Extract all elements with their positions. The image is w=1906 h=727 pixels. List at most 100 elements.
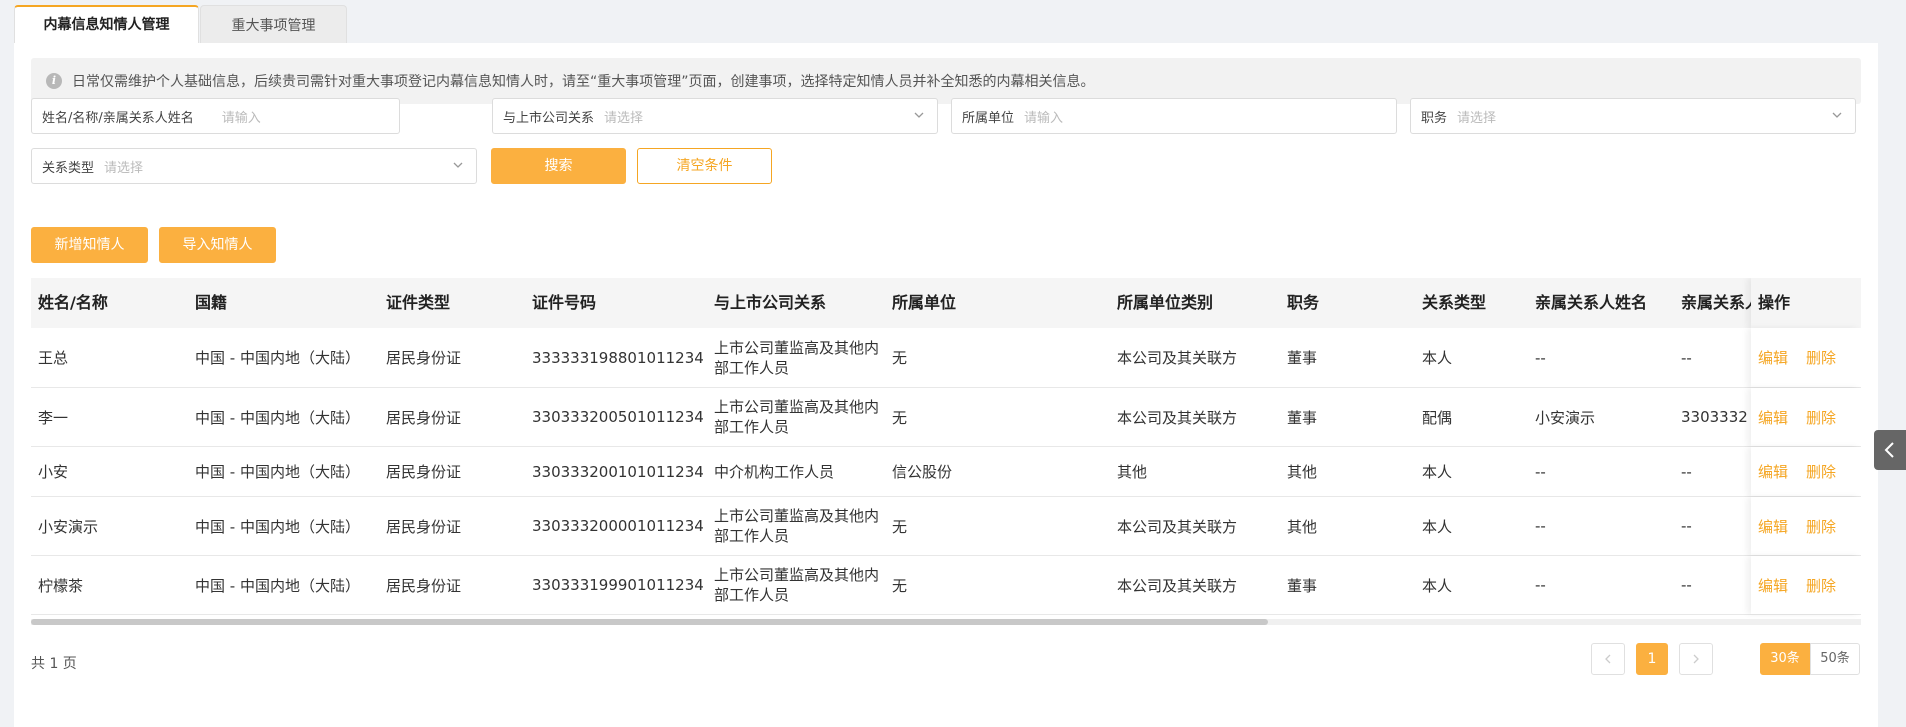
unit-filter-label: 所属单位 (962, 110, 1015, 126)
clear-filters-button[interactable]: 清空条件 (637, 148, 772, 184)
table-header: 姓名/名称 国籍 证件类型 证件号码 与上市公司关系 所属单位 所属单位类别 职… (31, 278, 1861, 328)
side-panel-toggle[interactable] (1874, 430, 1906, 470)
edit-button[interactable]: 编辑 (1758, 575, 1788, 596)
cell-id-type: 居民身份证 (386, 517, 462, 536)
edit-button[interactable]: 编辑 (1758, 407, 1788, 428)
cell-id-type: 居民身份证 (386, 408, 462, 427)
tab-major-events[interactable]: 重大事项管理 (200, 5, 347, 43)
cell-kin-id: 3303332 (1681, 408, 1748, 426)
delete-button[interactable]: 删除 (1806, 407, 1836, 428)
cell-kin-name: -- (1535, 462, 1546, 481)
cell-position: 其他 (1287, 517, 1318, 536)
edit-button[interactable]: 编辑 (1758, 347, 1788, 368)
relation-type-filter-label: 关系类型 (42, 160, 95, 176)
chevron-down-icon (914, 112, 924, 118)
cell-relation-type: 本人 (1422, 463, 1453, 481)
search-button[interactable]: 搜索 (491, 148, 626, 184)
page-size-selector: 30条 50条 (1760, 643, 1860, 675)
chevron-left-icon (1605, 654, 1611, 664)
table-row: 柠檬茶 中国 - 中国内地（大陆） 居民身份证 330333199901011234 上… (31, 556, 1861, 615)
cell-nationality: 中国 - 中国内地（大陆） (195, 463, 360, 481)
delete-button[interactable]: 删除 (1806, 347, 1836, 368)
cell-kin-name: 小安演示 (1535, 408, 1596, 427)
import-insider-button[interactable]: 导入知情人 (159, 227, 276, 263)
next-page-button[interactable] (1679, 643, 1713, 675)
name-filter-label: 姓名/名称/亲属关系人姓名 (42, 110, 194, 126)
cell-relation: 中介机构工作人员 (714, 462, 835, 481)
col-unit-type: 所属单位类别 (1117, 293, 1214, 312)
col-relation-type: 关系类型 (1422, 293, 1487, 312)
cell-unit: 无 (892, 517, 908, 536)
col-kin-name: 亲属关系人姓名 (1535, 293, 1648, 312)
cell-name: 小安 (38, 463, 69, 481)
position-filter-label: 职务 (1421, 110, 1448, 126)
table-row: 李一 中国 - 中国内地（大陆） 居民身份证 330333200501011234 上市… (31, 388, 1861, 447)
col-nationality: 国籍 (195, 293, 228, 312)
chevron-right-icon (1693, 654, 1699, 664)
cell-relation-type: 本人 (1422, 349, 1453, 367)
cell-nationality: 中国 - 中国内地（大陆） (195, 349, 360, 367)
cell-unit-type: 本公司及其关联方 (1117, 349, 1238, 367)
delete-button[interactable]: 删除 (1806, 516, 1836, 537)
cell-relation: 上市公司董监高及其他内部工作人员 (714, 398, 880, 436)
add-insider-button[interactable]: 新增知情人 (31, 227, 148, 263)
cell-id-number: 333333198801011234 (532, 348, 704, 367)
cell-kin-id: -- (1681, 348, 1692, 367)
position-select[interactable]: 职务 请选择 (1410, 98, 1856, 134)
chevron-down-icon (1832, 112, 1842, 118)
cell-name: 李一 (38, 408, 69, 427)
name-search-field[interactable]: 姓名/名称/亲属关系人姓名 请输入 (31, 98, 400, 134)
row-actions: 编辑 删除 (1751, 556, 1861, 614)
row-actions: 编辑 删除 (1751, 497, 1861, 555)
cell-nationality: 中国 - 中国内地（大陆） (195, 576, 360, 595)
page-size-50[interactable]: 50条 (1810, 643, 1860, 675)
row-actions: 编辑 删除 (1751, 447, 1861, 496)
chevron-left-icon (1884, 442, 1894, 458)
cell-nationality: 中国 - 中国内地（大陆） (195, 408, 360, 427)
horizontal-scrollbar[interactable] (31, 619, 1861, 625)
chevron-down-icon (453, 162, 463, 168)
unit-search-field[interactable]: 所属单位 请输入 (951, 98, 1397, 134)
delete-button[interactable]: 删除 (1806, 461, 1836, 482)
relation-type-select[interactable]: 关系类型 请选择 (31, 148, 477, 184)
insider-table: 姓名/名称 国籍 证件类型 证件号码 与上市公司关系 所属单位 所属单位类别 职… (31, 278, 1861, 624)
cell-unit-type: 本公司及其关联方 (1117, 517, 1238, 536)
delete-button[interactable]: 删除 (1806, 575, 1836, 596)
cell-unit: 信公股份 (892, 463, 953, 481)
col-id-type: 证件类型 (386, 293, 451, 312)
row-actions: 编辑 删除 (1751, 388, 1861, 446)
cell-kin-name: -- (1535, 576, 1546, 594)
edit-button[interactable]: 编辑 (1758, 461, 1788, 482)
cell-name: 柠檬茶 (38, 576, 84, 595)
page-button-1[interactable]: 1 (1636, 643, 1668, 675)
notice-text: 日常仅需维护个人基础信息，后续贵司需针对重大事项登记内幕信息知情人时，请至“重大… (72, 74, 1095, 90)
cell-unit: 无 (892, 576, 908, 595)
cell-position: 董事 (1287, 349, 1318, 367)
prev-page-button[interactable] (1591, 643, 1625, 675)
tab-bar: 内幕信息知情人管理 重大事项管理 (14, 5, 347, 43)
cell-id-number: 330333199901011234 (532, 576, 704, 594)
cell-nationality: 中国 - 中国内地（大陆） (195, 517, 360, 536)
cell-kin-id: -- (1681, 462, 1692, 481)
tab-insider-management[interactable]: 内幕信息知情人管理 (14, 5, 199, 43)
cell-unit-type: 其他 (1117, 463, 1148, 481)
cell-id-number: 330333200101011234 (532, 462, 704, 481)
name-filter-placeholder: 请输入 (221, 110, 261, 126)
relation-filter-placeholder: 请选择 (604, 110, 644, 126)
cell-relation-type: 本人 (1422, 576, 1453, 595)
relation-select[interactable]: 与上市公司关系 请选择 (492, 98, 938, 134)
cell-id-type: 居民身份证 (386, 349, 462, 367)
cell-relation: 上市公司董监高及其他内部工作人员 (714, 507, 880, 545)
table-row: 小安 中国 - 中国内地（大陆） 居民身份证 330333200101011234 中介… (31, 447, 1861, 497)
table-row: 小安演示 中国 - 中国内地（大陆） 居民身份证 330333200001011234… (31, 497, 1861, 556)
cell-relation-type: 配偶 (1422, 408, 1453, 427)
cell-unit: 无 (892, 349, 908, 367)
cell-kin-id: -- (1681, 576, 1692, 594)
cell-name: 王总 (38, 349, 69, 367)
page-size-30[interactable]: 30条 (1760, 643, 1810, 675)
col-actions: 操作 (1751, 278, 1861, 328)
cell-id-number: 330333200501011234 (532, 408, 704, 426)
scrollbar-thumb[interactable] (31, 619, 1268, 625)
col-unit: 所属单位 (892, 293, 957, 312)
edit-button[interactable]: 编辑 (1758, 516, 1788, 537)
